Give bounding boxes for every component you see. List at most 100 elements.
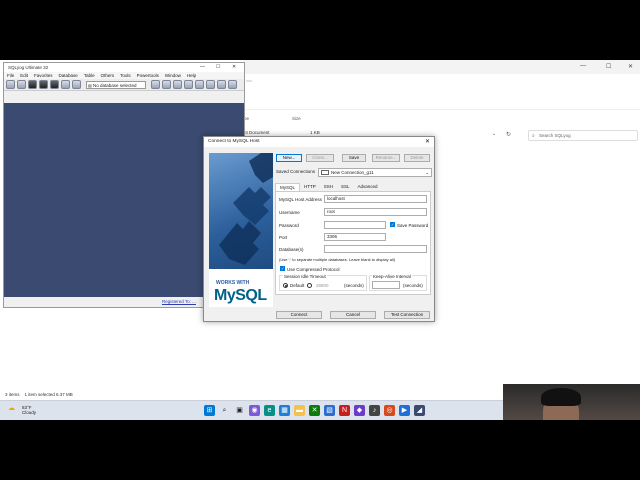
mysql-logo: MySQL — [214, 287, 267, 304]
chevron-down-icon[interactable]: ⌄ — [492, 131, 496, 137]
selection-info: 1 item selected 6.37 MB — [24, 392, 73, 397]
clone-button[interactable]: Clone... — [306, 154, 334, 162]
copy-icon[interactable] — [173, 80, 182, 89]
menu-database[interactable]: Database — [59, 73, 78, 78]
default-radio[interactable] — [283, 283, 288, 288]
connect-button[interactable]: Connect — [276, 311, 322, 319]
refresh-icon[interactable]: ↻ — [506, 131, 511, 138]
execute-icon[interactable] — [61, 80, 70, 89]
folder-icon[interactable]: ▬ — [294, 405, 305, 416]
keepalive-label: Keep-Alive Interval — [372, 274, 412, 279]
password-input[interactable] — [324, 221, 386, 229]
minimize-icon[interactable]: — — [580, 63, 586, 69]
saved-connection-value: New Connection_g11 — [331, 170, 374, 175]
database-selector[interactable]: ▤ No database selected — [86, 80, 146, 89]
zoom-icon[interactable]: ▶ — [399, 405, 410, 416]
menu-window[interactable]: Window — [165, 73, 181, 78]
query-icon[interactable] — [151, 80, 160, 89]
connect-icon[interactable] — [17, 80, 26, 89]
host-input[interactable]: localhost — [324, 195, 427, 203]
save-password-checkbox[interactable]: ✓ — [390, 222, 395, 227]
connect-dialog: Connect to MySQL Host ✕ WORKS WITH MySQL… — [203, 136, 435, 322]
port-input[interactable]: 3306 — [324, 233, 386, 241]
rename-button[interactable]: Rename... — [372, 154, 400, 162]
disconnect-icon[interactable] — [28, 80, 37, 89]
session-timeout-label: Session Idle Timeout — [283, 274, 327, 279]
settings-icon[interactable] — [228, 80, 237, 89]
sqlyog-icon[interactable]: ◢ — [414, 405, 425, 416]
xbox-icon[interactable]: ✕ — [309, 405, 320, 416]
music-icon[interactable]: ♪ — [369, 405, 380, 416]
column-size[interactable]: Size — [292, 116, 301, 121]
menu-tools[interactable]: Tools — [120, 73, 131, 78]
minimize-icon[interactable]: — — [200, 64, 205, 70]
connection-color-swatch — [321, 170, 329, 175]
compressed-protocol-checkbox[interactable]: ✓ — [280, 266, 285, 271]
close-icon[interactable]: ✕ — [628, 63, 633, 70]
tab-ssh[interactable]: SSH — [320, 183, 337, 191]
new-connection-icon[interactable] — [6, 80, 15, 89]
works-with-label: WORKS WITH — [216, 280, 250, 286]
menu-file[interactable]: File — [7, 73, 14, 78]
timeout-value[interactable]: 28800 — [316, 283, 329, 288]
cancel-button[interactable]: Cancel — [330, 311, 376, 319]
databases-input[interactable] — [324, 245, 427, 253]
dialog-title: Connect to MySQL Host — [204, 137, 434, 147]
task-view-icon[interactable]: ▣ — [234, 405, 245, 416]
explorer-item-count: 3 items 1 item selected 6.37 MB — [5, 392, 73, 397]
close-icon[interactable]: ✕ — [425, 138, 430, 145]
import-icon[interactable] — [206, 80, 215, 89]
keepalive-input[interactable] — [372, 281, 400, 289]
app-icon[interactable]: ▧ — [324, 405, 335, 416]
store-icon[interactable]: ▦ — [279, 405, 290, 416]
taskbar-apps: ⊞ ⌕ ▣ ◉ e ▦ ▬ ✕ ▧ N ◆ ♪ ◎ ▶ ◢ — [204, 405, 425, 416]
compressed-protocol-label: Use Compressed Protocol — [287, 267, 340, 272]
keepalive-seconds-label: (seconds) — [403, 283, 423, 288]
new-button[interactable]: New... — [276, 154, 302, 162]
username-input[interactable]: root — [324, 208, 427, 216]
tab-http[interactable]: HTTP — [300, 183, 320, 191]
more-options-icon[interactable]: ⋯ — [246, 78, 252, 85]
default-label: Default — [290, 283, 305, 288]
tab-mysql[interactable]: MySQL — [275, 183, 301, 191]
maximize-icon[interactable]: ☐ — [216, 64, 220, 70]
table-icon[interactable] — [162, 80, 171, 89]
export-icon[interactable] — [217, 80, 226, 89]
registered-link[interactable]: Registered To: ... — [162, 299, 196, 304]
items-count: 3 items — [5, 392, 20, 397]
host-label: MySQL Host Address — [279, 197, 322, 202]
file-size: 1 KB — [310, 130, 320, 135]
port-label: Port — [279, 235, 288, 240]
password-label: Password — [279, 223, 299, 228]
menu-powertools[interactable]: Powertools — [137, 73, 159, 78]
search-input[interactable]: ⌕ Search SQLyog — [528, 130, 638, 141]
close-icon[interactable]: ✕ — [232, 64, 236, 70]
search-icon[interactable]: ⌕ — [219, 405, 230, 416]
delete-button[interactable]: Delete — [404, 154, 430, 162]
menu-table[interactable]: Table — [84, 73, 95, 78]
saved-connections-dropdown[interactable]: New Connection_g11 ⌄ — [318, 168, 432, 177]
schema-icon[interactable] — [184, 80, 193, 89]
weather-desc: Cloudy — [22, 410, 37, 415]
tab-ssl[interactable]: SSL — [337, 183, 354, 191]
menu-edit[interactable]: Edit — [20, 73, 28, 78]
menu-others[interactable]: Others — [101, 73, 115, 78]
database-icon[interactable] — [50, 80, 59, 89]
stop-icon[interactable] — [39, 80, 48, 89]
backup-icon[interactable] — [195, 80, 204, 89]
chrome-icon[interactable]: ◎ — [384, 405, 395, 416]
media-icon[interactable]: ◆ — [354, 405, 365, 416]
save-button[interactable]: Save — [342, 154, 366, 162]
menu-favorites[interactable]: Favorites — [34, 73, 53, 78]
chat-icon[interactable]: ◉ — [249, 405, 260, 416]
tab-advanced[interactable]: Advanced — [354, 183, 382, 191]
session-timeout-group: Session Idle Timeout Default 28800 (seco… — [279, 274, 367, 291]
edge-icon[interactable]: e — [264, 405, 275, 416]
menu-help[interactable]: Help — [187, 73, 196, 78]
test-connection-button[interactable]: Test Connection — [384, 311, 430, 319]
maximize-icon[interactable]: ☐ — [606, 63, 611, 70]
custom-timeout-radio[interactable] — [307, 283, 312, 288]
netflix-icon[interactable]: N — [339, 405, 350, 416]
refresh-icon[interactable] — [72, 80, 81, 89]
start-icon[interactable]: ⊞ — [204, 405, 215, 416]
